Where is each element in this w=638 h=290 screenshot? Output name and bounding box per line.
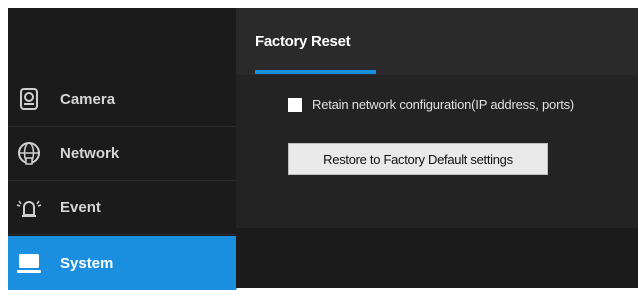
retain-network-checkbox[interactable] bbox=[288, 97, 302, 112]
globe-icon bbox=[14, 139, 44, 169]
sidebar-item-event[interactable]: Event bbox=[8, 181, 236, 235]
retain-network-option: Retain network configuration(IP address,… bbox=[288, 97, 574, 112]
camera-icon bbox=[14, 85, 44, 115]
sidebar: Camera Network Event System bbox=[8, 8, 248, 290]
monitor-icon bbox=[14, 248, 44, 278]
sidebar-item-label: System bbox=[60, 254, 114, 272]
sidebar-item-network[interactable]: Network bbox=[8, 127, 236, 181]
sidebar-item-label: Event bbox=[60, 199, 101, 216]
sidebar-item-system[interactable]: System bbox=[8, 236, 248, 290]
retain-network-label: Retain network configuration(IP address,… bbox=[312, 97, 575, 112]
alarm-bell-icon bbox=[14, 193, 44, 223]
sidebar-top bbox=[8, 8, 236, 73]
app-frame: Camera Network Event System Factory Rese… bbox=[8, 8, 638, 290]
tab-active-underline bbox=[255, 70, 376, 74]
sidebar-item-label: Camera bbox=[60, 91, 116, 108]
factory-reset-panel: Retain network configuration(IP address,… bbox=[236, 75, 638, 228]
main-header: Factory Reset bbox=[236, 8, 638, 75]
sidebar-item-label: Network bbox=[60, 145, 120, 162]
restore-factory-default-button[interactable]: Restore to Factory Default settings bbox=[288, 143, 548, 175]
sidebar-item-camera[interactable]: Camera bbox=[8, 73, 236, 127]
tab-factory-reset[interactable]: Factory Reset bbox=[255, 8, 351, 75]
lower-area bbox=[236, 228, 638, 288]
